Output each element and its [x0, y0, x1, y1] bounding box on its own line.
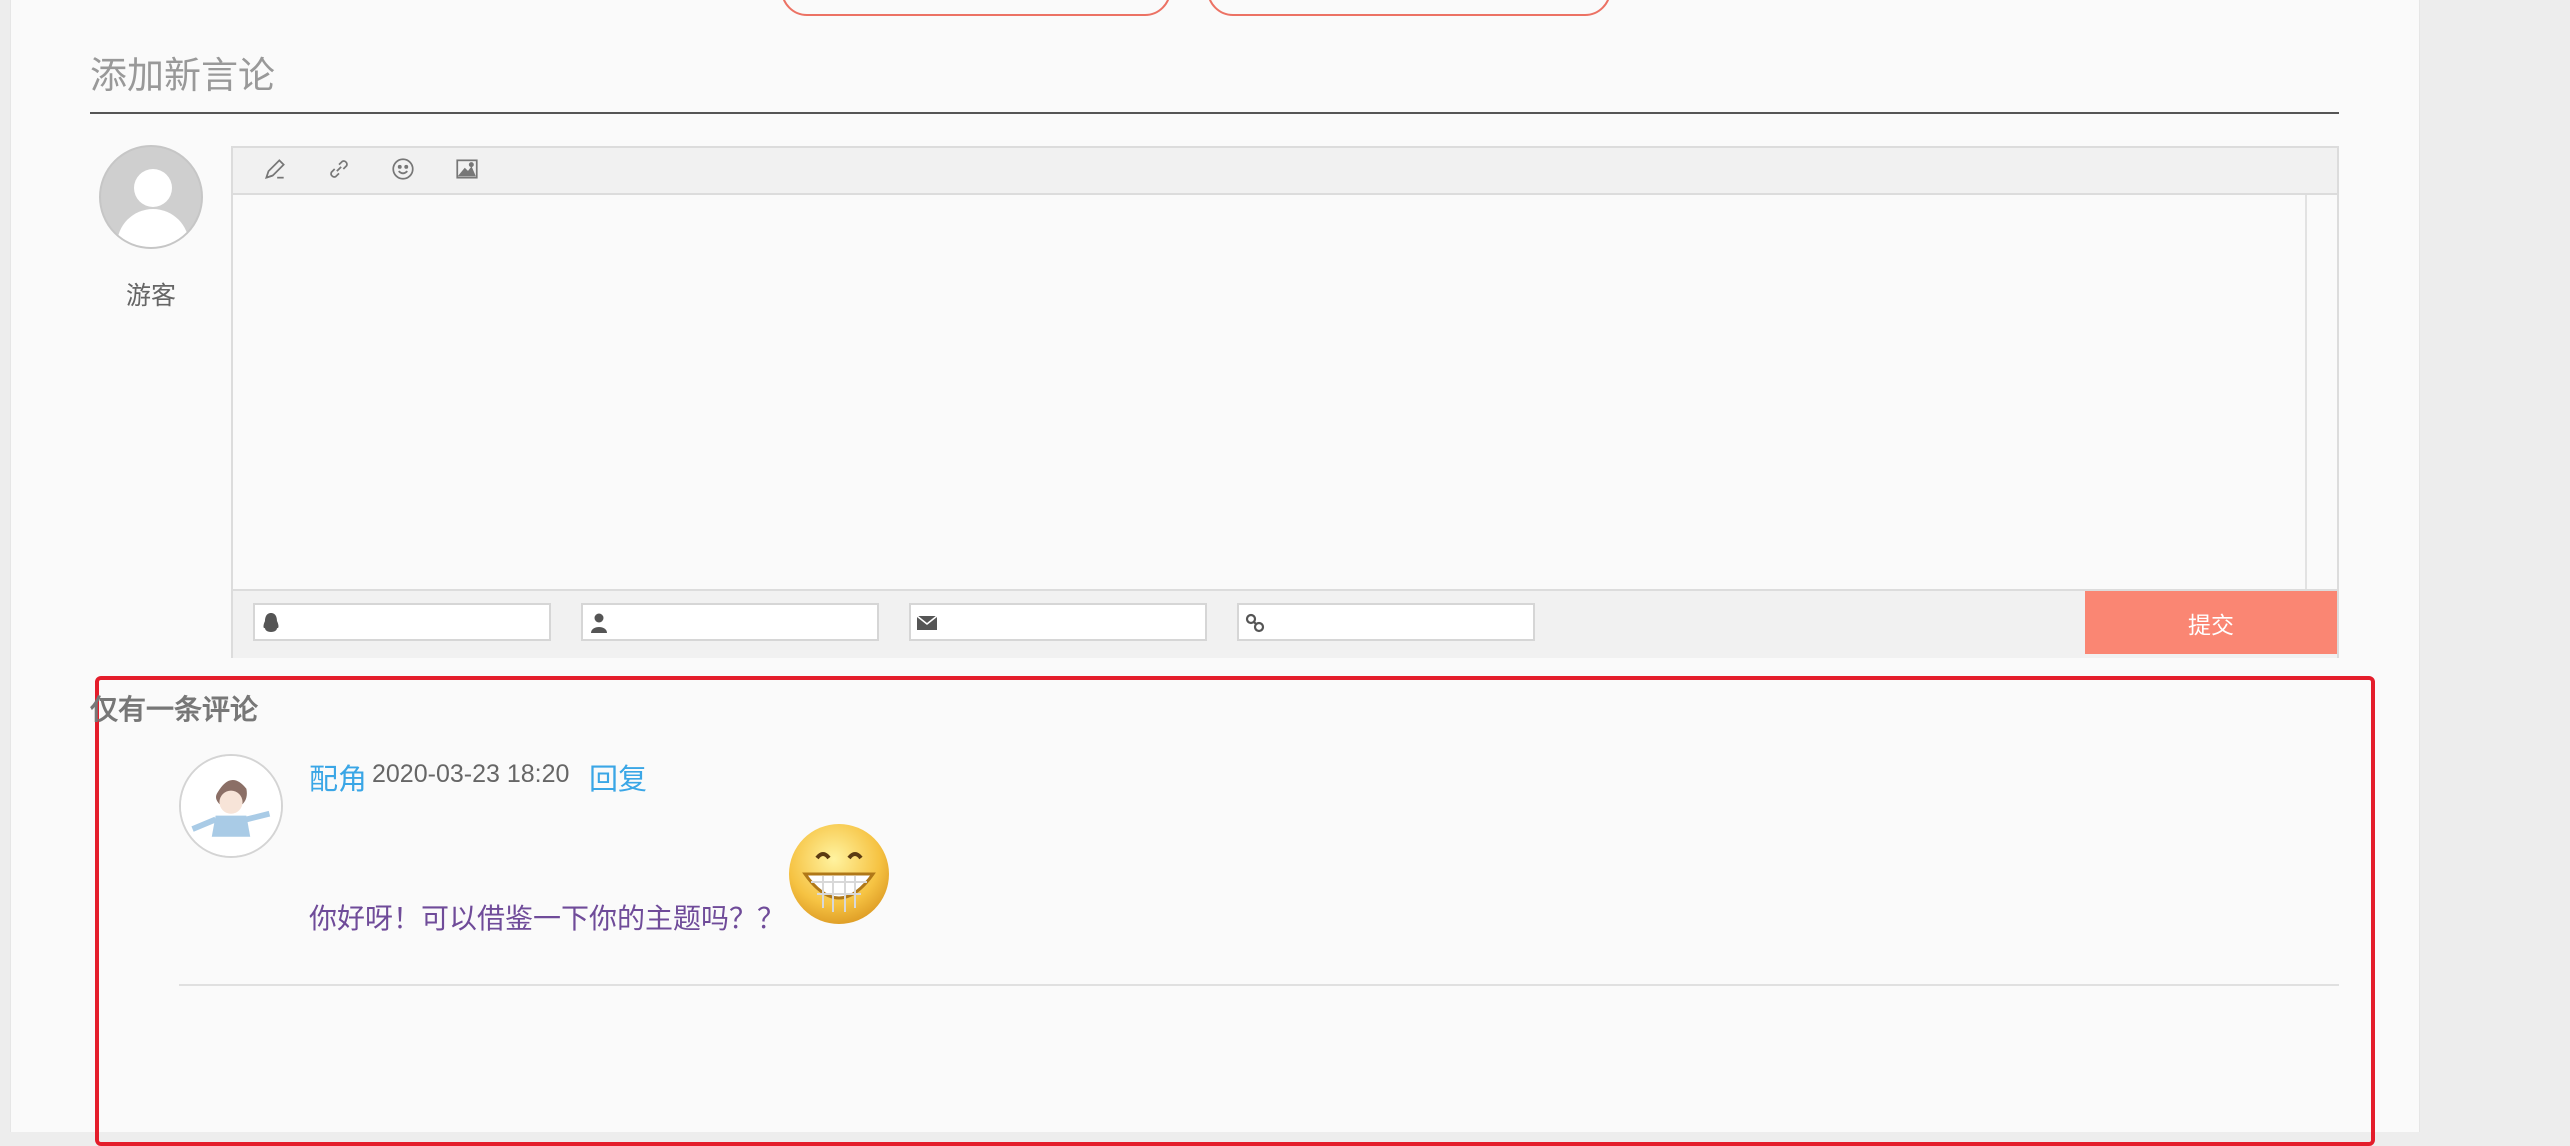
add-comment-title: 添加新言论 — [90, 54, 275, 97]
email-input[interactable] — [941, 605, 1207, 641]
editor-toolbar — [233, 148, 2337, 195]
name-input[interactable] — [613, 605, 879, 641]
qq-field[interactable] — [253, 603, 551, 641]
comment-author-link[interactable]: 配角 — [309, 756, 367, 798]
comment-timestamp: 2020-03-23 18:20 — [372, 760, 570, 788]
guest-name: 游客 — [125, 281, 176, 310]
reply-button[interactable]: 回复 — [589, 756, 647, 798]
editor-footer: 提交 — [233, 589, 2337, 658]
user-icon — [587, 611, 611, 635]
comment-divider — [179, 984, 2339, 986]
content-page: 添加新言论 游客 提交 仅有一条评论 配角 2020-03-23 18:20 回… — [10, 0, 2420, 1146]
qq-icon — [259, 611, 283, 635]
smiley-icon[interactable] — [389, 156, 417, 184]
link-icon — [1243, 611, 1267, 635]
guest-avatar — [99, 145, 203, 249]
comments-count-title: 仅有一条评论 — [90, 693, 259, 726]
grinning-emoji-icon — [787, 822, 891, 926]
avatar — [179, 754, 283, 858]
submit-button[interactable]: 提交 — [2085, 591, 2337, 654]
mail-icon — [915, 611, 939, 635]
name-field[interactable] — [581, 603, 879, 641]
comment-text: 你好呀！可以借鉴一下你的主题吗？？ — [309, 902, 786, 935]
website-input[interactable] — [1269, 605, 1535, 641]
website-field[interactable] — [1237, 603, 1535, 641]
email-field[interactable] — [909, 603, 1207, 641]
comment-textarea[interactable] — [233, 195, 2307, 589]
top-pill-button-right[interactable] — [1207, 0, 1611, 16]
comment-editor: 提交 — [231, 146, 2339, 658]
pen-icon[interactable] — [261, 156, 289, 184]
qq-input[interactable] — [285, 605, 551, 641]
image-icon[interactable] — [453, 156, 481, 184]
title-divider — [90, 112, 2339, 114]
top-pill-button-left[interactable] — [781, 0, 1171, 16]
link-icon[interactable] — [325, 156, 353, 184]
